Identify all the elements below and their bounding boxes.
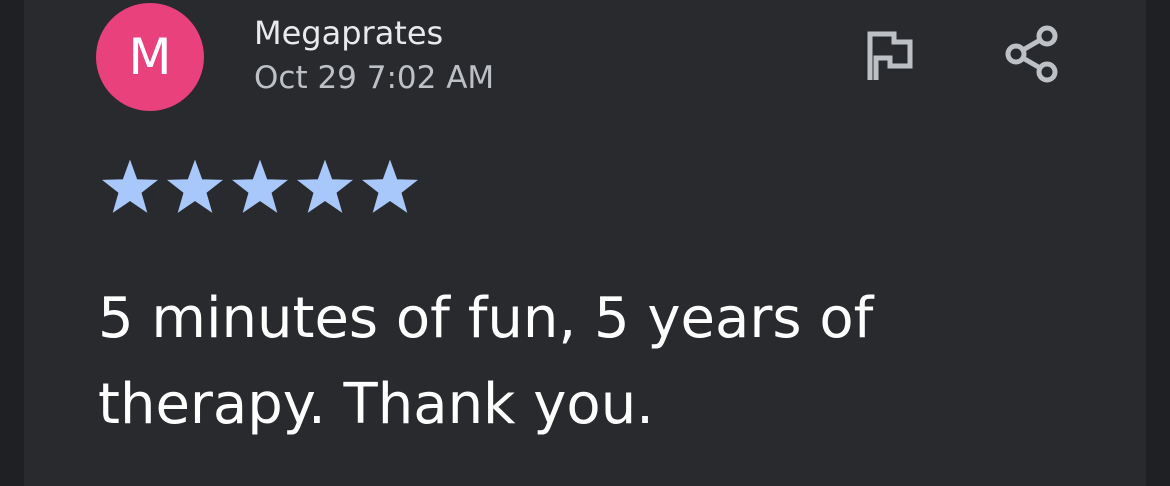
- review-card: M Megaprates Oct 29 7:02 AM 5 minutes of…: [24, 0, 1146, 486]
- star-icon: [297, 160, 353, 216]
- avatar: M: [96, 3, 204, 111]
- star-icon: [232, 160, 288, 216]
- share-button[interactable]: [1004, 25, 1060, 84]
- flag-icon: [866, 30, 914, 86]
- star-icon: [362, 160, 418, 216]
- review-text: 5 minutes of fun, 5 years of therapy. Th…: [98, 286, 874, 437]
- share-icon: [1003, 24, 1061, 88]
- star-rating: [102, 160, 418, 216]
- author-name: Megaprates: [254, 14, 444, 52]
- flag-button[interactable]: [862, 30, 918, 86]
- star-icon: [167, 160, 223, 216]
- star-icon: [102, 160, 158, 216]
- review-timestamp: Oct 29 7:02 AM: [254, 60, 495, 96]
